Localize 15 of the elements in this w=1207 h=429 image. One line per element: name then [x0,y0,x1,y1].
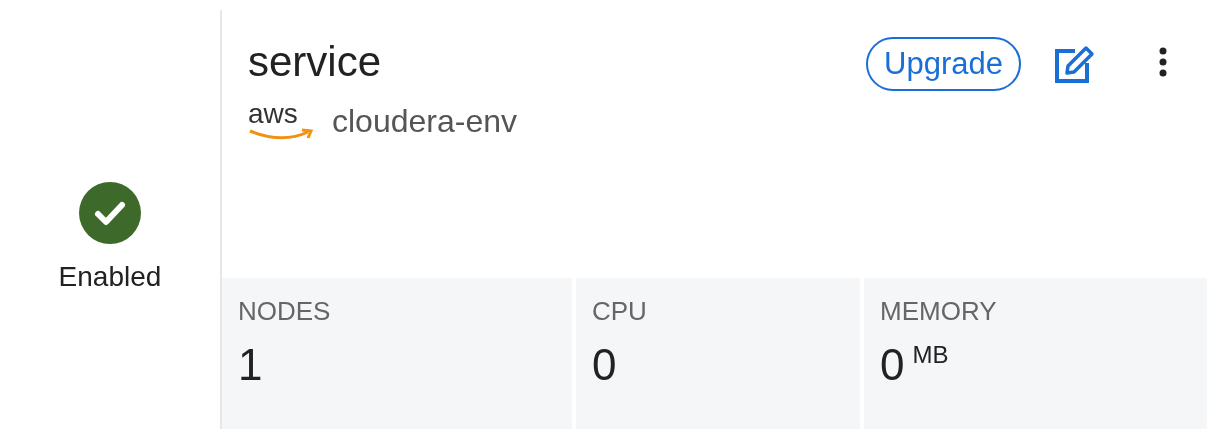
edit-icon[interactable] [1053,45,1095,85]
metric-value: 0 [880,343,905,387]
metric-label: NODES [238,295,332,328]
check-circle-icon [79,181,141,244]
metric-value: 0 [592,343,617,387]
environment-name: cloudera-env [332,101,517,141]
service-title: service [248,37,383,87]
metric-value: 1 [238,343,263,387]
provider-logo: aws [248,99,316,142]
upgrade-button[interactable]: Upgrade [866,37,1021,91]
metric-label: MEMORY [880,295,998,328]
status-label: Enabled [58,259,162,294]
more-options-icon[interactable] [1159,47,1167,77]
metric-unit: MB [912,343,949,367]
metric-label: CPU [592,295,648,328]
